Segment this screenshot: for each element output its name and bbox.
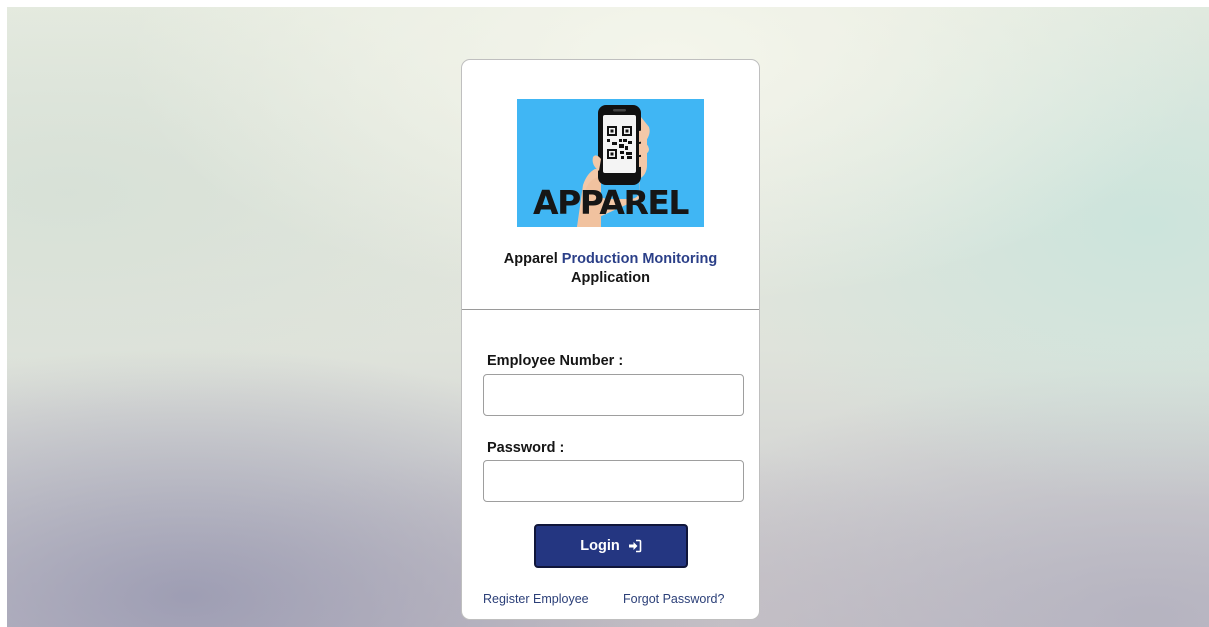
card-divider [462,309,759,310]
app-logo: APPAREL [517,99,704,227]
sign-in-icon [628,539,642,553]
login-card: APPAREL Apparel Production Monitoring Ap… [461,59,760,620]
logo-text: APPAREL [533,183,689,222]
app-title-highlight: Production Monitoring [561,251,718,267]
password-input[interactable] [483,460,744,502]
employee-number-label: Employee Number : [487,353,624,369]
forgot-password-link[interactable]: Forgot Password? [623,592,724,606]
app-title-part1: Apparel [503,251,562,267]
register-employee-link[interactable]: Register Employee [483,592,589,606]
login-button-label: Login [580,538,620,554]
employee-number-input[interactable] [483,374,744,416]
app-title-part3: Application [571,270,650,286]
login-button[interactable]: Login [534,524,688,568]
app-title: Apparel Production Monitoring Applicatio… [462,250,759,288]
password-label: Password : [487,440,565,456]
